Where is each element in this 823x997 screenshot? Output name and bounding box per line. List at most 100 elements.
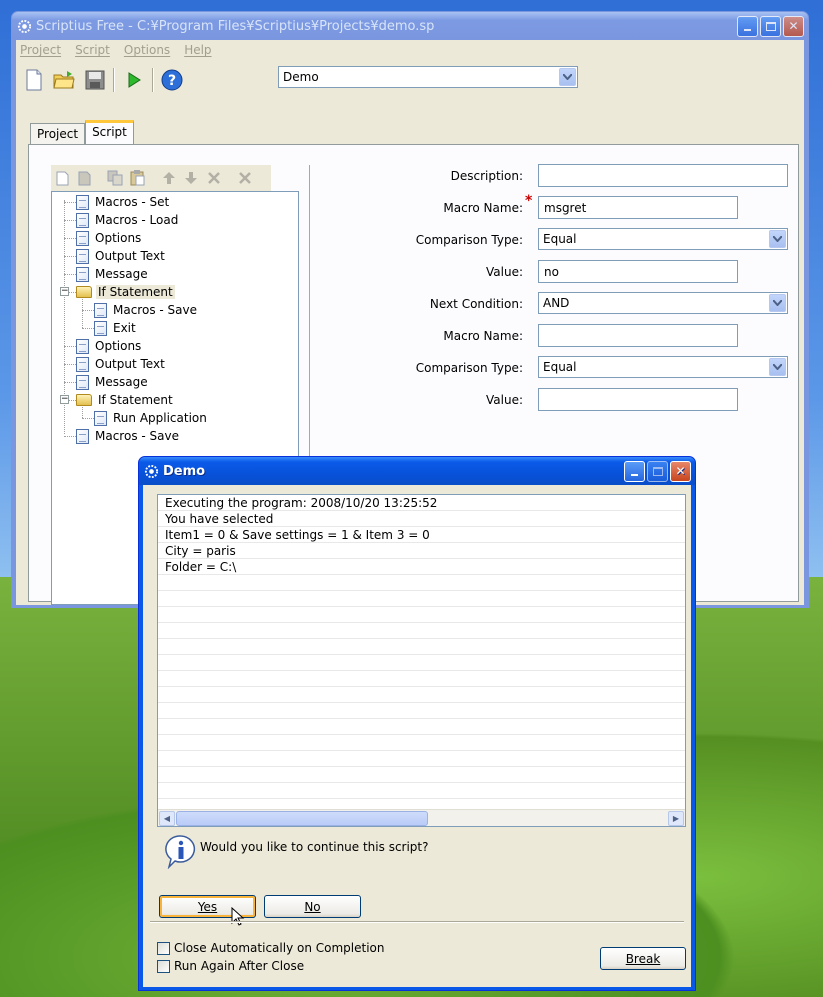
scroll-left-icon[interactable]: ◀ [159, 811, 175, 826]
help-button[interactable]: ? [160, 68, 184, 92]
chevron-down-icon [769, 230, 786, 248]
break-button[interactable]: Break [600, 947, 686, 970]
output-listbox[interactable]: Executing the program: 2008/10/20 13:25:… [157, 494, 686, 827]
comparison-type-2-label: Comparison Type: [415, 361, 523, 375]
tree-item[interactable]: Macros - Set [76, 193, 171, 211]
tree-item[interactable]: Macros - Save [76, 427, 181, 445]
open-button[interactable] [52, 68, 76, 92]
break-button-label: Break [625, 951, 661, 966]
chevron-down-icon [769, 358, 786, 376]
chevron-down-icon [559, 68, 576, 86]
tree-delete-button[interactable] [206, 170, 222, 186]
tree-connector [64, 256, 76, 257]
tree-connector [82, 299, 83, 328]
tree-item[interactable]: Exit [94, 319, 138, 337]
toolbar: ? Demo [16, 62, 804, 98]
close-button[interactable]: ✕ [783, 15, 804, 37]
macro-name-2-field[interactable] [538, 324, 738, 347]
minimize-button[interactable] [737, 15, 758, 37]
output-line: Executing the program: 2008/10/20 13:25:… [158, 495, 685, 511]
menu-project[interactable]: Project [20, 43, 61, 57]
tree-item-label: Message [95, 267, 148, 281]
tree-move-down-button[interactable] [183, 170, 199, 186]
comparison-type-select[interactable]: Equal [538, 228, 788, 250]
macro-name-2-label: Macro Name: [443, 329, 523, 343]
menubar: Project Script Options Help [16, 40, 804, 60]
tree-item[interactable]: Run Application [94, 409, 209, 427]
empty-row [158, 623, 685, 639]
clipboard-icon [130, 170, 144, 186]
new-project-button[interactable] [22, 68, 46, 92]
tree-item[interactable]: Macros - Save [94, 301, 199, 319]
collapse-icon[interactable]: − [60, 395, 69, 404]
tree-move-up-button[interactable] [161, 170, 177, 186]
dialog-titlebar[interactable]: Demo ✕ [139, 457, 695, 485]
new-icon [56, 171, 68, 185]
run-icon [128, 72, 141, 88]
tree-item[interactable]: Message [76, 373, 150, 391]
comparison-type-2-select[interactable]: Equal [538, 356, 788, 378]
move-down-icon [185, 172, 197, 184]
maximize-button[interactable] [760, 15, 781, 37]
macro-name-field[interactable]: msgret [538, 196, 738, 219]
value-field[interactable]: no [538, 260, 738, 283]
minimize-icon [631, 474, 638, 476]
maximize-icon [652, 466, 663, 476]
tree-item[interactable]: Output Text [76, 247, 167, 265]
tree-item[interactable]: Options [76, 337, 143, 355]
tree-item[interactable]: If Statement [76, 391, 175, 409]
toolbar-separator [113, 68, 115, 92]
app-gear-icon [143, 463, 159, 479]
info-icon [165, 835, 197, 872]
tree-item[interactable]: Options [76, 229, 143, 247]
tree-copy-button[interactable] [107, 170, 123, 186]
tree-connector [64, 346, 76, 347]
dialog-minimize-button[interactable] [624, 460, 645, 482]
tree-connector [64, 220, 76, 221]
tree-item-label: Macros - Set [95, 195, 170, 209]
tab-project[interactable]: Project [30, 123, 86, 145]
empty-row [158, 687, 685, 703]
document-icon [76, 248, 89, 264]
description-field[interactable] [538, 164, 788, 187]
tree-clear-button[interactable] [237, 170, 253, 186]
close-automatically-checkbox[interactable]: Close Automatically on Completion [157, 941, 384, 955]
dialog-maximize-button[interactable] [647, 460, 668, 482]
save-icon [85, 70, 105, 90]
value-2-field[interactable] [538, 388, 738, 411]
collapse-icon[interactable]: − [60, 287, 69, 296]
no-button[interactable]: No [264, 895, 361, 918]
document-icon [76, 356, 89, 372]
next-condition-select[interactable]: AND [538, 292, 788, 314]
tree-item[interactable]: Message [76, 265, 150, 283]
tree-connector [82, 310, 94, 311]
menu-script[interactable]: Script [75, 43, 110, 57]
save-button[interactable] [83, 68, 107, 92]
tree-item[interactable]: Output Text [76, 355, 167, 373]
empty-row [158, 783, 685, 799]
empty-row [158, 591, 685, 607]
menu-options[interactable]: Options [124, 43, 170, 57]
tree-item[interactable]: Macros - Load [76, 211, 180, 229]
question-text: Would you like to continue this script? [200, 840, 429, 854]
scroll-right-icon[interactable]: ▶ [668, 811, 684, 826]
tree-new-button[interactable] [54, 170, 70, 186]
dialog-close-button[interactable]: ✕ [670, 460, 691, 482]
tree-paste-button[interactable] [76, 170, 92, 186]
empty-row [158, 607, 685, 623]
output-line: Folder = C:\ [158, 559, 685, 575]
run-again-checkbox[interactable]: Run Again After Close [157, 959, 304, 973]
svg-text:?: ? [168, 73, 176, 89]
tree-item[interactable]: If Statement [76, 283, 175, 301]
horizontal-scrollbar[interactable]: ◀ ▶ [158, 809, 685, 826]
tree-item-label: Macros - Save [113, 303, 197, 317]
scroll-thumb[interactable] [176, 811, 428, 826]
project-select[interactable]: Demo [278, 66, 578, 88]
main-titlebar[interactable]: Scriptius Free - C:¥Program Files¥Script… [12, 12, 808, 40]
tree-clipboard-button[interactable] [129, 170, 145, 186]
tab-script[interactable]: Script [85, 120, 134, 146]
menu-help[interactable]: Help [184, 43, 211, 57]
tab-strip: Project Script [30, 120, 134, 146]
document-icon [94, 302, 107, 318]
run-button[interactable] [122, 68, 146, 92]
